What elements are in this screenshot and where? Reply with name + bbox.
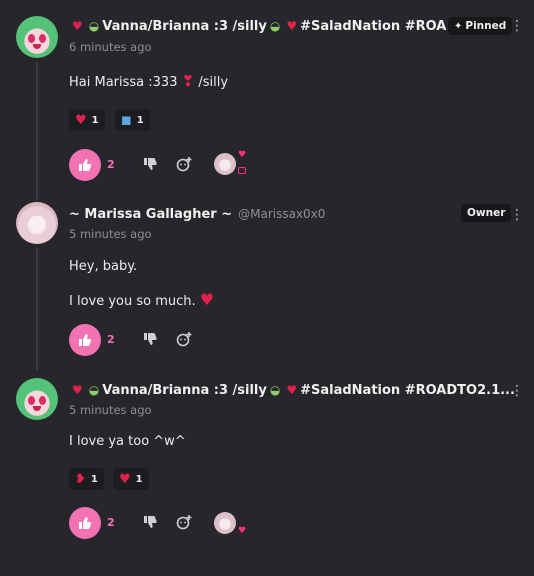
- reply-icon[interactable]: [176, 331, 194, 347]
- timestamp: 5 minutes ago: [69, 227, 152, 241]
- badge-label: Pinned: [465, 20, 507, 32]
- salad-icon: ◒: [269, 19, 281, 33]
- avatar[interactable]: [16, 16, 58, 58]
- heart-icon: ♥: [238, 150, 247, 160]
- heart-icon: ♥: [286, 19, 298, 33]
- comment-body: Hai Marissa :333 ❣ /silly: [69, 72, 228, 90]
- timestamp: 5 minutes ago: [69, 403, 152, 417]
- reactor-avatar[interactable]: [214, 512, 236, 534]
- comment-2: ~ Marissa Gallagher ~ @Marissax0x0 Owner…: [0, 202, 534, 362]
- two-hearts-icon: ❣: [181, 72, 195, 90]
- more-vertical-icon[interactable]: ⋮: [510, 208, 524, 222]
- avatar[interactable]: [16, 378, 58, 420]
- owner-badge: Owner: [461, 204, 512, 222]
- pin-icon: ✦: [454, 20, 463, 32]
- author-handle[interactable]: @Marissax0x0: [238, 207, 325, 221]
- pinned-badge: ✦ Pinned: [448, 17, 513, 35]
- reaction-heart[interactable]: ♥ 1: [69, 109, 105, 131]
- body-text: I love you so much.: [69, 294, 196, 309]
- heart-emoji: ♥: [199, 290, 215, 309]
- comment-3: ♥ ◒ Vanna/Brianna :3 /silly ◒ ♥ #SaladNa…: [0, 378, 534, 548]
- thumbs-down-icon[interactable]: [143, 332, 157, 346]
- salad-icon: ◒: [88, 383, 100, 397]
- reaction-count: 1: [91, 114, 99, 126]
- salad-icon: ◒: [269, 383, 281, 397]
- thumbs-up-icon: [79, 334, 92, 346]
- like-button[interactable]: [69, 507, 101, 539]
- heart-emoji: ♥: [119, 471, 131, 487]
- thumbs-up-icon: [79, 517, 92, 529]
- like-count: 2: [107, 333, 115, 346]
- heart-icon: ♥: [72, 19, 83, 33]
- author-name[interactable]: Vanna/Brianna :3 /silly: [102, 19, 267, 34]
- badge-label: Owner: [467, 207, 506, 219]
- heart-icon: ♥: [286, 383, 298, 397]
- more-vertical-icon[interactable]: ⋮: [510, 384, 524, 398]
- salad-icon: ◒: [88, 19, 100, 33]
- reaction-kiss[interactable]: ❥ 1: [69, 468, 104, 490]
- comment-header: ~ Marissa Gallagher ~ @Marissax0x0: [69, 204, 325, 224]
- heart-icon: ♥: [238, 526, 247, 536]
- comment-1: ♥ ◒ Vanna/Brianna :3 /silly ◒ ♥ #SaladNa…: [0, 16, 534, 196]
- reaction-count: 1: [136, 114, 144, 126]
- avatar[interactable]: [16, 202, 58, 244]
- heart-emoji: ♥: [75, 112, 87, 128]
- thumbs-up-icon: [79, 159, 92, 171]
- comment-header: ♥ ◒ Vanna/Brianna :3 /silly ◒ ♥ #SaladNa…: [69, 16, 461, 36]
- like-button[interactable]: [69, 324, 101, 356]
- thumbs-down-icon[interactable]: [143, 157, 157, 171]
- reply-icon[interactable]: [176, 156, 194, 172]
- people-hugging-emoji: ◼: [121, 112, 132, 128]
- reactor-avatar[interactable]: [214, 153, 236, 175]
- author-tags: #SaladNation #ROA...: [300, 18, 462, 34]
- like-count: 2: [107, 158, 115, 171]
- more-vertical-icon[interactable]: ⋮: [510, 19, 524, 33]
- reaction-hug[interactable]: ◼ 1: [115, 109, 150, 131]
- author-tags: #SaladNation #ROADTO2.1...: [300, 382, 515, 398]
- author-name[interactable]: ~ Marissa Gallagher ~: [69, 207, 232, 222]
- reaction-count: 1: [135, 473, 143, 485]
- kiss-mark-emoji: ❥: [75, 471, 86, 487]
- heart-icon: ♥: [72, 383, 83, 397]
- comment-body: I love you so much. ♥: [69, 290, 214, 309]
- reaction-count: 1: [90, 473, 98, 485]
- body-text: /silly: [198, 75, 229, 90]
- like-count: 2: [107, 516, 115, 529]
- comment-header: ♥ ◒ Vanna/Brianna :3 /silly ◒ ♥ #SaladNa…: [69, 380, 515, 400]
- comment-body: Hey, baby.: [69, 259, 138, 274]
- author-name[interactable]: Vanna/Brianna :3 /silly: [102, 383, 267, 398]
- timestamp: 6 minutes ago: [69, 40, 152, 54]
- thumbs-down-icon[interactable]: [143, 515, 157, 529]
- body-text: Hai Marissa :333: [69, 75, 178, 90]
- comment-body: I love ya too ^w^: [69, 434, 186, 449]
- reply-icon[interactable]: [176, 514, 194, 530]
- chat-icon: [238, 167, 246, 174]
- like-button[interactable]: [69, 149, 101, 181]
- reaction-heart[interactable]: ♥ 1: [113, 468, 149, 490]
